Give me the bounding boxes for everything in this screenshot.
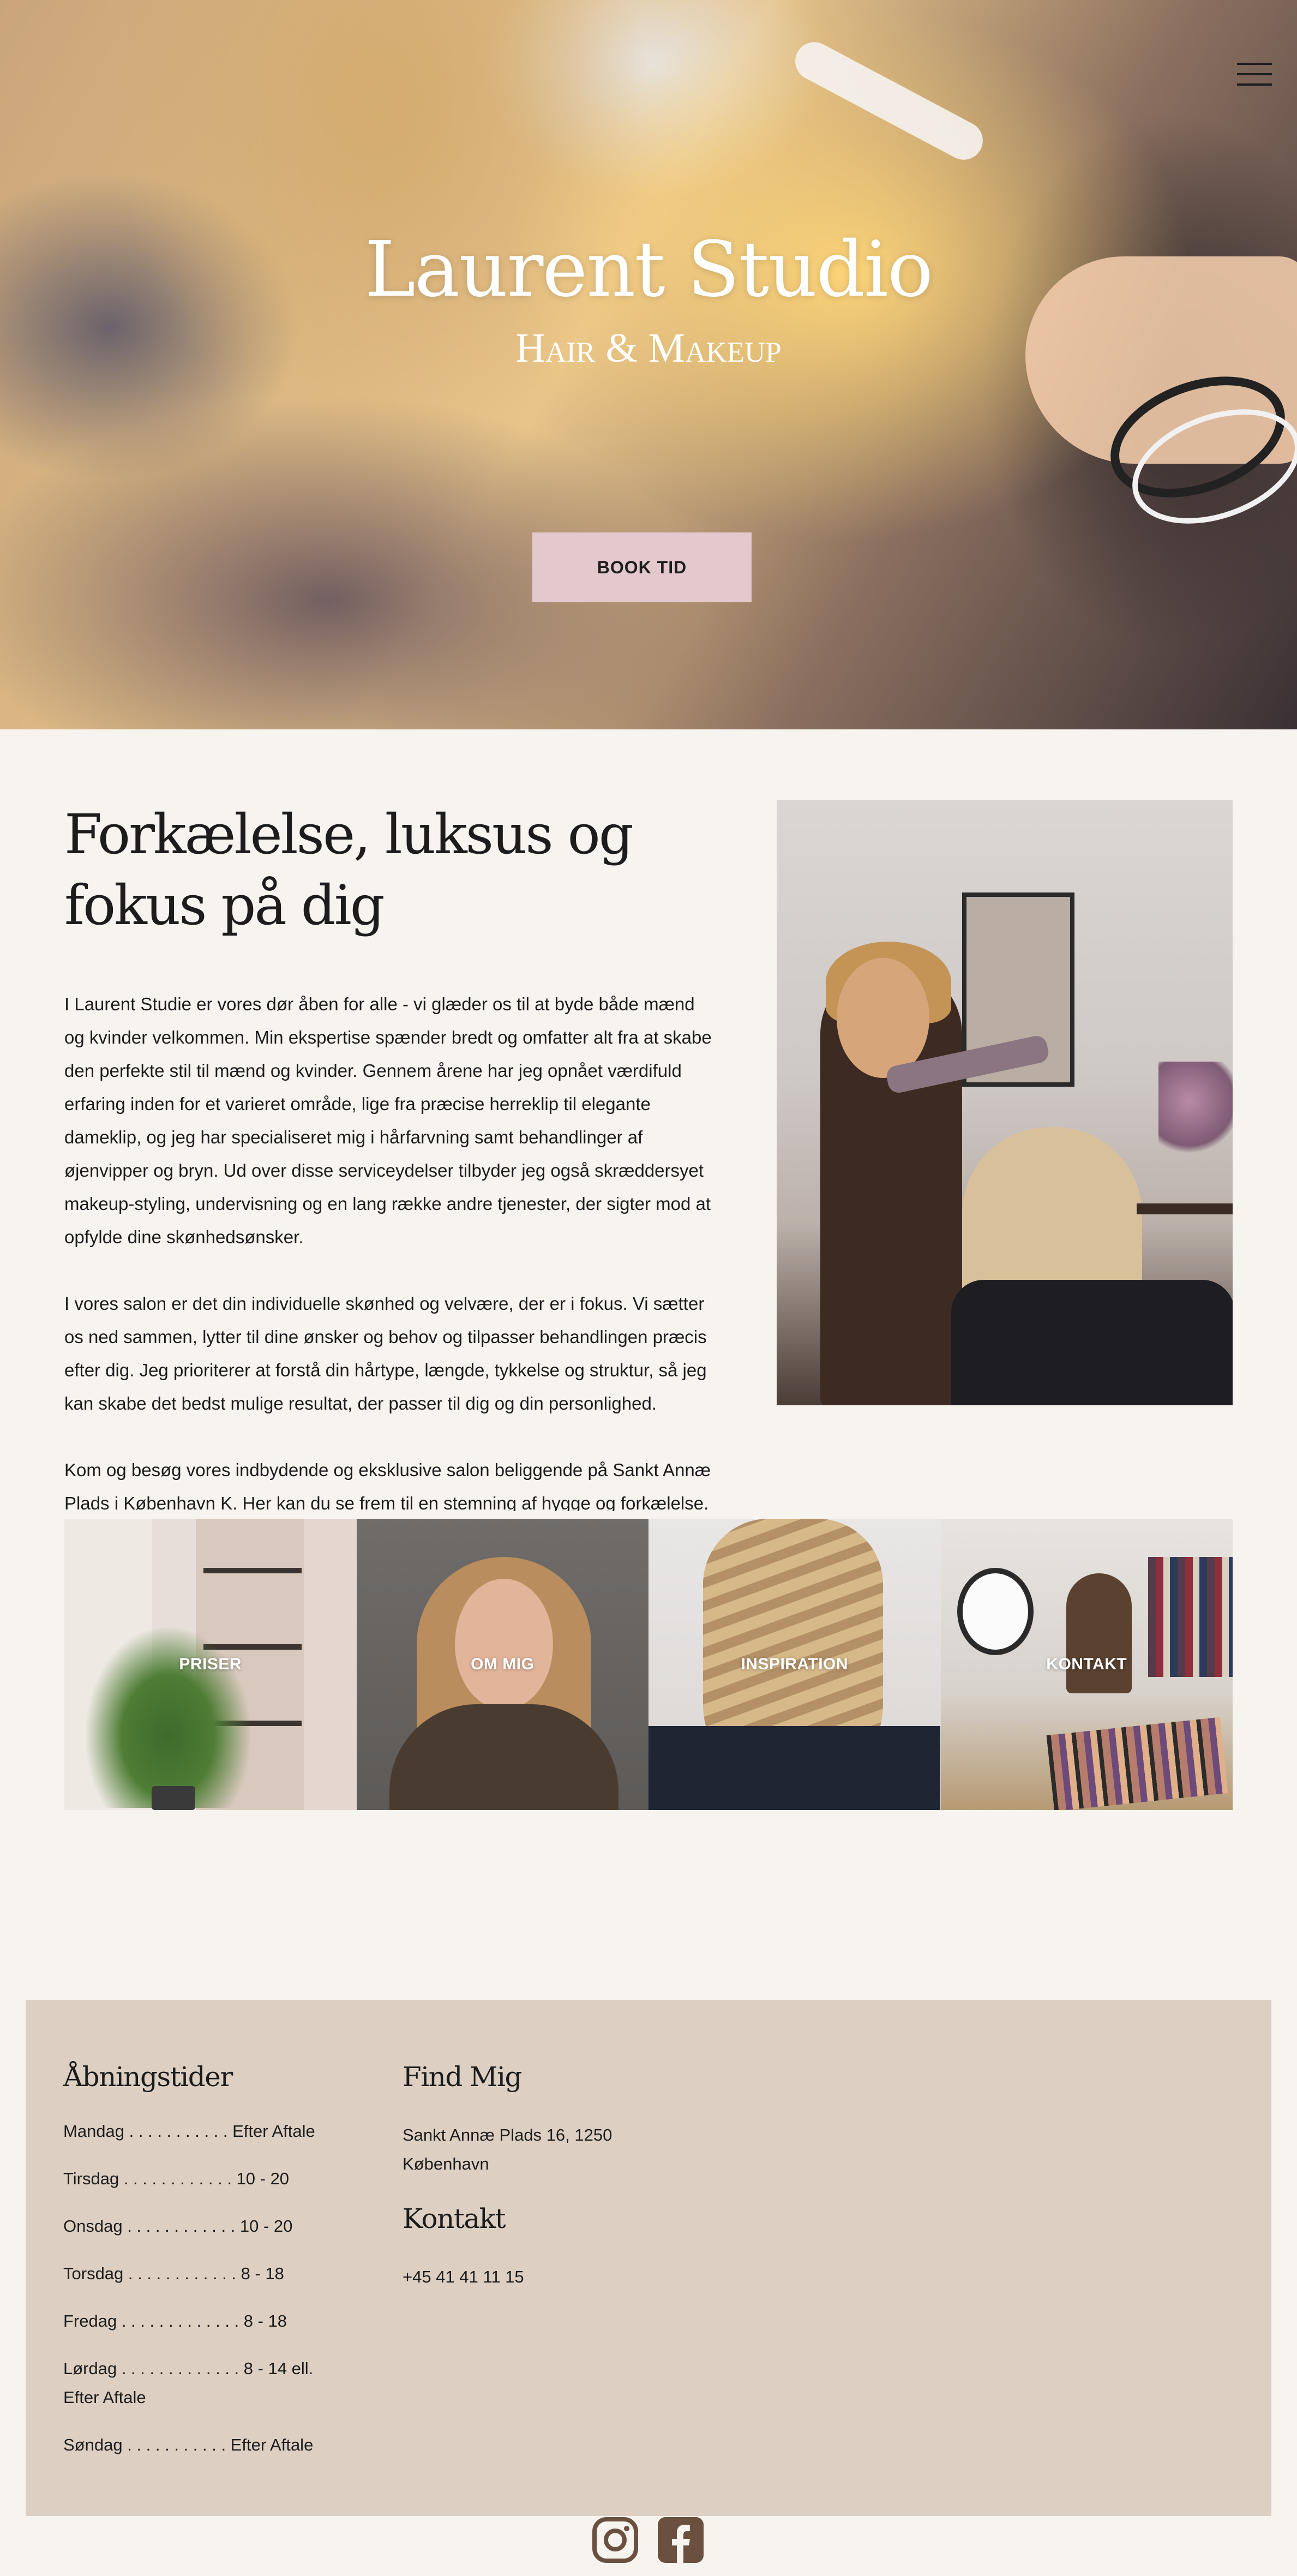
photo-stylist-face xyxy=(837,958,929,1078)
hours-row: Lørdag . . . . . . . . . . . . . 8 - 14 … xyxy=(63,2359,314,2407)
phone-number[interactable]: +45 41 41 11 15 xyxy=(403,2262,524,2291)
instagram-icon[interactable] xyxy=(591,2516,639,2564)
tile-label-inspiration: INSPIRATION xyxy=(741,1655,849,1673)
hours-row: Torsdag . . . . . . . . . . . . 8 - 18 xyxy=(63,2264,284,2283)
facebook-icon[interactable] xyxy=(657,2516,705,2564)
tile-priser[interactable]: PRISER xyxy=(64,1519,357,1810)
contact-heading: Kontakt xyxy=(403,2203,506,2234)
stylist-photo xyxy=(777,800,1233,1405)
tile-label-om-mig: OM MIG xyxy=(471,1655,535,1673)
navigation-tiles: PRISER OM MIG INSPIRATION KONTAKT xyxy=(64,1519,1233,1810)
hamburger-menu-icon[interactable] xyxy=(1237,63,1272,86)
hours-row: Onsdag . . . . . . . . . . . . 10 - 20 xyxy=(63,2216,293,2236)
hero-photo-hair-clip xyxy=(788,35,990,167)
opening-hours-list: Mandag . . . . . . . . . . . Efter Aftal… xyxy=(63,2117,347,2478)
site-title: Laurent Studio xyxy=(364,225,933,314)
intro-heading: Forkælelse, luksus og fokus på dig xyxy=(64,799,719,941)
hero-section: Laurent Studio Hair & Makeup BOOK TID xyxy=(0,0,1297,729)
photo-flowers xyxy=(1158,1062,1233,1160)
address-text: Sankt Annæ Plads 16, 1250 København xyxy=(403,2125,613,2173)
tile-label-priser: PRISER xyxy=(179,1655,242,1673)
tile-kontakt[interactable]: KONTAKT xyxy=(940,1519,1233,1810)
find-me-heading: Find Mig xyxy=(403,2061,522,2093)
site-subtitle: Hair & Makeup xyxy=(515,325,782,371)
intro-heading-line1: Forkælelse, luksus og xyxy=(64,802,634,866)
intro-text: I Laurent Studie er vores dør åben for a… xyxy=(64,987,719,1511)
intro-paragraph: I Laurent Studie er vores dør åben for a… xyxy=(64,994,712,1247)
hours-row: Mandag . . . . . . . . . . . Efter Aftal… xyxy=(63,2122,315,2141)
hours-row: Fredag . . . . . . . . . . . . . 8 - 18 xyxy=(63,2311,287,2331)
hours-row: Søndag . . . . . . . . . . . Efter Aftal… xyxy=(63,2435,314,2454)
intro-paragraph: Kom og besøg vores indbydende og eksklus… xyxy=(64,1460,711,1511)
tile-inspiration[interactable]: INSPIRATION xyxy=(648,1519,941,1810)
tile-om-mig[interactable]: OM MIG xyxy=(356,1519,648,1810)
photo-table xyxy=(1137,1203,1233,1214)
book-appointment-button[interactable]: BOOK TID xyxy=(532,532,752,602)
intro-heading-line2: fokus på dig xyxy=(64,873,385,937)
hours-row: Tirsdag . . . . . . . . . . . . 10 - 20 xyxy=(63,2169,290,2188)
opening-hours-heading: Åbningstider xyxy=(63,2061,233,2093)
tile-label-kontakt: KONTAKT xyxy=(1046,1655,1127,1673)
photo-client-cape xyxy=(951,1280,1233,1405)
intro-paragraph: I vores salon er det din individuelle sk… xyxy=(64,1293,707,1413)
